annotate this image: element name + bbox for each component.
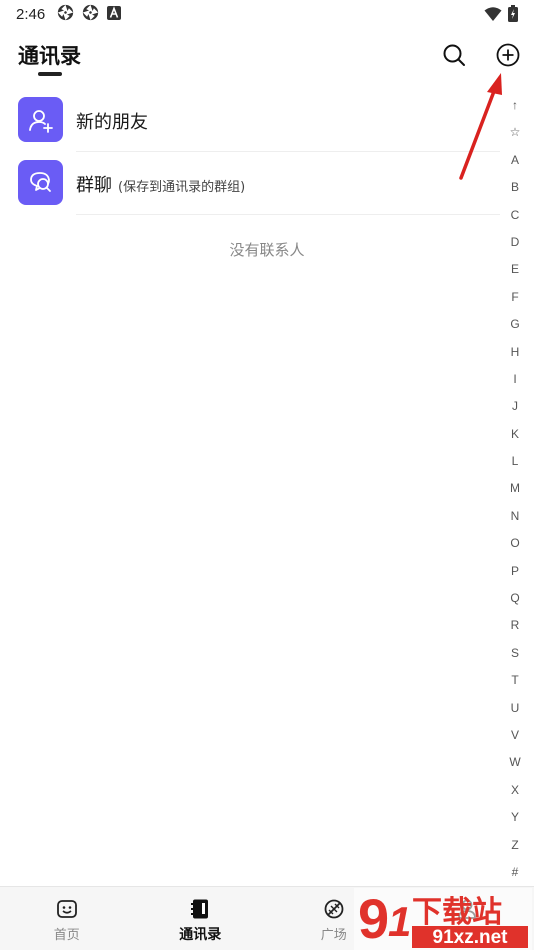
battery-icon: [508, 5, 518, 26]
alphabet-index[interactable]: ↑ ☆ A B C D E F G H I J K L M N O P Q R S T U V W X Y Z #: [500, 92, 530, 886]
page-title: 通讯录: [18, 44, 81, 68]
add-user-icon: [18, 97, 63, 142]
alpha-index-item[interactable]: #: [500, 859, 530, 886]
alpha-index-item[interactable]: J: [500, 393, 530, 420]
alpha-index-item[interactable]: G: [500, 311, 530, 338]
alpha-index-item[interactable]: ☆: [500, 119, 530, 146]
search-icon: [442, 43, 466, 71]
alpha-index-item[interactable]: H: [500, 339, 530, 366]
alpha-index-item[interactable]: Y: [500, 804, 530, 831]
alpha-index-item[interactable]: S: [500, 640, 530, 667]
tab-plaza-label: 广场: [320, 928, 347, 943]
svg-text:下载站: 下载站: [412, 895, 502, 930]
alpha-index-item[interactable]: T: [500, 667, 530, 694]
alpha-index-item[interactable]: Q: [500, 585, 530, 612]
alpha-index-item[interactable]: I: [500, 366, 530, 393]
alpha-index-item[interactable]: Z: [500, 832, 530, 859]
alpha-index-item[interactable]: M: [500, 475, 530, 502]
watermark-logo: 9 1 下载站 91xz.net: [354, 887, 532, 950]
alpha-index-item[interactable]: W: [500, 749, 530, 776]
status-system-icons: [484, 5, 518, 26]
alpha-index-item[interactable]: L: [500, 448, 530, 475]
alpha-index-item[interactable]: N: [500, 503, 530, 530]
alpha-index-item[interactable]: F: [500, 284, 530, 311]
svg-text:1: 1: [388, 898, 411, 945]
add-button[interactable]: [495, 43, 521, 71]
alpha-index-item[interactable]: ↑: [500, 92, 530, 119]
alpha-index-item[interactable]: D: [500, 229, 530, 256]
alpha-index-item[interactable]: E: [500, 256, 530, 283]
title-underline: [38, 72, 62, 76]
alpha-index-item[interactable]: A: [500, 147, 530, 174]
status-bar: 2:46: [0, 0, 534, 28]
smiley-icon: [56, 898, 78, 920]
new-friends-row[interactable]: 新的朋友: [0, 90, 500, 152]
divider: [76, 214, 500, 215]
empty-contacts-text: 没有联系人: [229, 241, 305, 259]
alpha-index-item[interactable]: U: [500, 695, 530, 722]
group-chat-subtitle: (保存到通讯录的群组): [118, 180, 246, 195]
alpha-index-item[interactable]: O: [500, 530, 530, 557]
svg-text:9: 9: [358, 888, 389, 950]
tab-home-label: 首页: [53, 928, 80, 943]
alpha-index-item[interactable]: X: [500, 777, 530, 804]
group-chat-title: 群聊: [76, 175, 112, 196]
status-notification-icons: [57, 4, 122, 25]
group-chat-label: 群聊 (保存到通讯录的群组): [76, 171, 245, 197]
new-friends-label: 新的朋友: [76, 112, 148, 133]
aperture-icon: [57, 4, 74, 25]
alpha-index-item[interactable]: C: [500, 202, 530, 229]
font-a-icon: [107, 5, 122, 24]
plus-circle-icon: [496, 43, 520, 71]
alpha-index-item[interactable]: V: [500, 722, 530, 749]
search-button[interactable]: [441, 44, 467, 70]
wifi-icon: [484, 6, 502, 26]
alpha-index-item[interactable]: P: [500, 558, 530, 585]
alpha-index-item[interactable]: R: [500, 612, 530, 639]
divider: [76, 151, 500, 152]
page-header: 通讯录: [0, 36, 534, 80]
contact-book-icon: [189, 898, 211, 920]
tab-contacts-label: 通讯录: [179, 926, 222, 943]
status-time: 2:46: [16, 5, 46, 23]
group-chat-row[interactable]: 群聊 (保存到通讯录的群组): [0, 153, 500, 215]
tab-home[interactable]: 首页: [0, 887, 134, 950]
alpha-index-item[interactable]: K: [500, 421, 530, 448]
group-chat-icon: [18, 160, 63, 205]
aperture-icon: [82, 4, 99, 25]
alpha-index-item[interactable]: B: [500, 174, 530, 201]
svg-text:91xz.net: 91xz.net: [433, 927, 509, 948]
plaza-icon: [323, 898, 345, 920]
tab-contacts[interactable]: 通讯录: [134, 887, 268, 950]
